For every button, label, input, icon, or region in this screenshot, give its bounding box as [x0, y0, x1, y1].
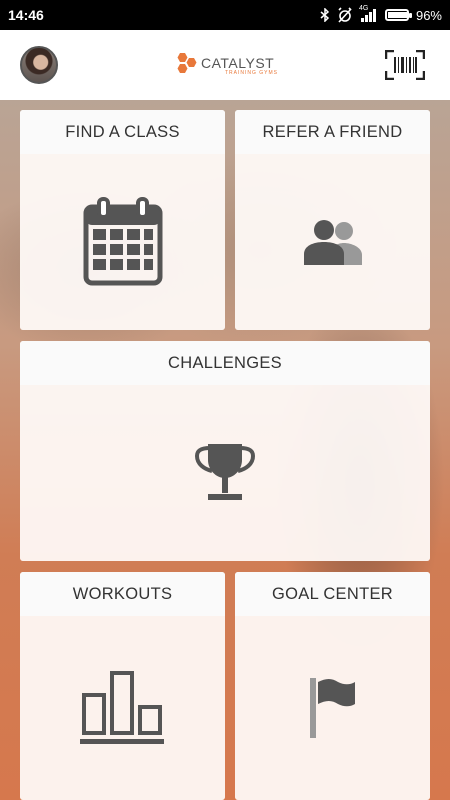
status-icons: 4G 96% [320, 5, 442, 23]
find-class-body [20, 154, 225, 330]
workouts-label: WORKOUTS [20, 572, 225, 616]
find-class-tile[interactable]: FIND A CLASS [20, 110, 225, 330]
barcode-scanner-icon[interactable] [384, 49, 426, 81]
flag-icon [309, 678, 355, 738]
users-icon [303, 220, 362, 265]
workouts-body [20, 616, 225, 800]
challenges-tile[interactable]: CHALLENGES [20, 341, 430, 561]
avatar[interactable] [20, 46, 58, 84]
workouts-tile[interactable]: WORKOUTS [20, 572, 225, 800]
battery-icon [384, 9, 412, 21]
signal-icon: 4G [358, 5, 378, 22]
bar-chart-icon [79, 671, 164, 744]
catalyst-logo-icon [173, 52, 199, 79]
alarm-off-icon [337, 7, 353, 23]
battery-percent: 96% [415, 7, 442, 23]
calendar-icon [83, 197, 162, 286]
find-class-label: FIND A CLASS [20, 110, 225, 154]
status-time: 14:46 [8, 7, 44, 23]
refer-friend-body [235, 154, 430, 330]
goal-center-tile[interactable]: GOAL CENTER [235, 572, 430, 800]
battery-fill [387, 12, 408, 18]
refer-friend-tile[interactable]: REFER A FRIEND [235, 110, 430, 330]
refer-friend-label: REFER A FRIEND [235, 110, 430, 154]
catalyst-logo: CATALYST TRAINING GYMS [173, 52, 278, 79]
network-type: 4G [358, 5, 369, 12]
status-bar: 14:46 4G 96% [0, 0, 450, 30]
logo-text: CATALYST [201, 54, 275, 71]
challenges-body [20, 385, 430, 561]
trophy-icon [194, 444, 256, 500]
challenges-label: CHALLENGES [20, 341, 430, 385]
logo-subtext: TRAINING GYMS [225, 69, 279, 76]
goal-center-body [235, 616, 430, 800]
app-header: CATALYST TRAINING GYMS [0, 30, 450, 100]
goal-center-label: GOAL CENTER [235, 572, 430, 616]
bluetooth-icon [320, 8, 330, 22]
